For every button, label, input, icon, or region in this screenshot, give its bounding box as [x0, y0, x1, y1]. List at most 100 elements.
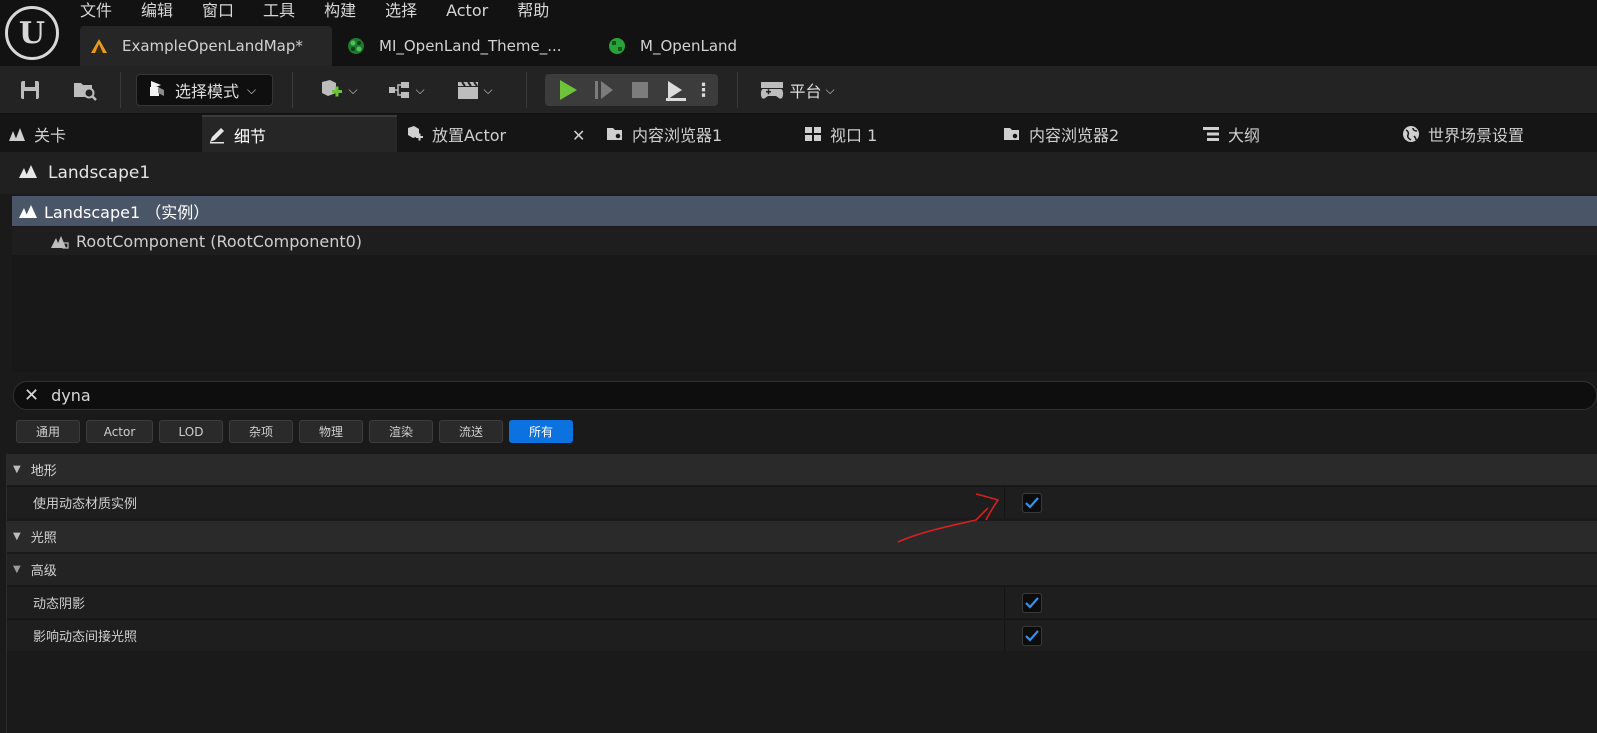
doc-tab-label: M_OpenLand [640, 37, 738, 55]
menu-window[interactable]: 窗口 [202, 0, 234, 22]
selection-mode-icon [147, 78, 167, 102]
property-row: 动态阴影 [7, 586, 1597, 618]
advance-frame-icon[interactable] [586, 79, 622, 101]
unreal-logo-icon[interactable]: U [5, 6, 59, 60]
viewport-icon [804, 125, 822, 143]
title-bar: U 文件 编辑 窗口 工具 构建 选择 Actor 帮助 ExampleOpen… [0, 0, 1597, 66]
property-checkbox[interactable] [1022, 493, 1042, 513]
panel-tabs: 关卡 细节 ✕ 放置Actor 内容浏览器1 视口 1 内容浏览器2 大纲 世界… [0, 115, 1597, 152]
filter-rendering[interactable]: 渲染 [369, 420, 433, 443]
material-icon [608, 37, 626, 55]
category-label: 光照 [30, 531, 57, 546]
filter-streaming[interactable]: 流送 [439, 420, 503, 443]
tab-world-settings[interactable]: 世界场景设置 [1402, 115, 1524, 152]
menu-edit[interactable]: 编辑 [141, 0, 173, 22]
red-arrow-annotation [897, 493, 1000, 543]
blueprint-button[interactable]: ⌵ [380, 74, 432, 106]
platforms-dropdown[interactable]: 平台 ⌵ [752, 74, 842, 106]
tab-label: 放置Actor [432, 125, 507, 145]
root-component-icon [50, 233, 70, 249]
actor-name: Landscape1 [48, 163, 151, 183]
component-tree: Landscape1 （实例） RootComponent (RootCompo… [12, 196, 1597, 372]
tab-details[interactable]: 细节 ✕ [202, 115, 585, 152]
tab-label: 内容浏览器1 [632, 125, 723, 145]
tab-levels[interactable]: 关卡 [8, 115, 66, 152]
filter-general[interactable]: 通用 [16, 420, 80, 443]
tab-label: 关卡 [34, 125, 67, 145]
tree-row-root[interactable]: Landscape1 （实例） [12, 196, 1597, 226]
collapse-arrow-icon: ▼ [13, 464, 21, 475]
save-icon[interactable] [14, 74, 46, 106]
tab-label: 世界场景设置 [1428, 125, 1525, 145]
tab-outliner[interactable]: 大纲 [1202, 115, 1260, 152]
category-lighting[interactable]: ▼ 光照 [7, 520, 1597, 552]
landscape-icon [18, 203, 38, 219]
world-settings-icon [1402, 125, 1420, 143]
cinematics-button[interactable]: ⌵ [448, 74, 500, 106]
menu-build[interactable]: 构建 [324, 0, 356, 22]
details-search[interactable]: ✕ dyna [13, 381, 1597, 410]
platforms-label: 平台 [789, 82, 822, 101]
property-row: 影响动态间接光照 [7, 619, 1597, 651]
selection-mode-label: 选择模式 [175, 82, 240, 101]
filter-misc[interactable]: 杂项 [229, 420, 293, 443]
landscape-icon [18, 163, 38, 184]
collapse-arrow-icon: ▼ [13, 531, 21, 542]
tab-content-browser-1[interactable]: 内容浏览器1 [606, 115, 722, 152]
menu-actor[interactable]: Actor [446, 0, 488, 22]
subcategory-advanced[interactable]: ▼ 高级 [7, 553, 1597, 585]
property-label: 动态阴影 [7, 587, 1005, 618]
clear-search-icon[interactable]: ✕ [24, 385, 39, 406]
doc-tab-level[interactable]: ExampleOpenLandMap* [80, 26, 332, 66]
doc-tab-material-instance[interactable]: MI_OpenLand_Theme_... [337, 26, 587, 66]
subcategory-label: 高级 [30, 564, 57, 579]
doc-tab-material[interactable]: M_OpenLand [598, 26, 778, 66]
property-row: 使用动态材质实例 [7, 486, 1597, 518]
eject-icon[interactable] [658, 79, 694, 101]
chevron-down-icon: ⌵ [415, 82, 425, 97]
menu-help[interactable]: 帮助 [517, 0, 549, 22]
checkmark-icon [1025, 497, 1039, 509]
doc-tab-label: MI_OpenLand_Theme_... [379, 37, 562, 55]
more-options-icon[interactable]: ⋮ [694, 80, 714, 101]
tree-root-label: Landscape1 （实例） [44, 203, 210, 222]
doc-tab-label: ExampleOpenLandMap* [122, 37, 303, 55]
stop-icon[interactable] [622, 81, 658, 99]
tab-label: 细节 [234, 126, 267, 146]
tab-place-actors[interactable]: 放置Actor [406, 115, 506, 152]
search-input[interactable]: dyna [51, 386, 91, 405]
details-header: Landscape1 [0, 152, 1597, 194]
add-actor-button[interactable]: ⌵ [312, 74, 364, 106]
selection-mode-dropdown[interactable]: 选择模式 ⌵ [136, 74, 273, 106]
filter-physics[interactable]: 物理 [299, 420, 363, 443]
tab-viewport-1[interactable]: 视口 1 [804, 115, 877, 152]
property-checkbox[interactable] [1022, 593, 1042, 613]
category-landscape[interactable]: ▼ 地形 [7, 453, 1597, 485]
browse-icon[interactable] [68, 74, 102, 106]
menu-select[interactable]: 选择 [385, 0, 417, 22]
main-menu: 文件 编辑 窗口 工具 构建 选择 Actor 帮助 [80, 0, 578, 22]
tab-content-browser-2[interactable]: 内容浏览器2 [1003, 115, 1119, 152]
tree-row-child[interactable]: RootComponent (RootComponent0) [12, 227, 1597, 255]
content-browser-icon [606, 125, 624, 143]
tab-label: 大纲 [1228, 125, 1261, 145]
play-controls: ⋮ [545, 74, 718, 106]
menu-file[interactable]: 文件 [80, 0, 112, 22]
chevron-down-icon: ⌵ [483, 82, 493, 97]
checkmark-icon [1025, 597, 1039, 609]
checkmark-icon [1025, 630, 1039, 642]
filter-actor[interactable]: Actor [86, 420, 153, 443]
tab-label: 内容浏览器2 [1029, 125, 1120, 145]
details-icon [208, 126, 226, 144]
property-checkbox[interactable] [1022, 626, 1042, 646]
close-icon[interactable]: ✕ [572, 126, 585, 145]
menu-tools[interactable]: 工具 [263, 0, 295, 22]
filter-all[interactable]: 所有 [509, 420, 573, 443]
category-label: 地形 [30, 464, 57, 479]
filter-lod[interactable]: LOD [159, 420, 223, 443]
gamepad-icon [761, 82, 784, 99]
level-icon [90, 37, 108, 55]
material-instance-icon [347, 37, 365, 55]
outliner-icon [1202, 125, 1220, 143]
play-icon[interactable] [550, 79, 586, 101]
